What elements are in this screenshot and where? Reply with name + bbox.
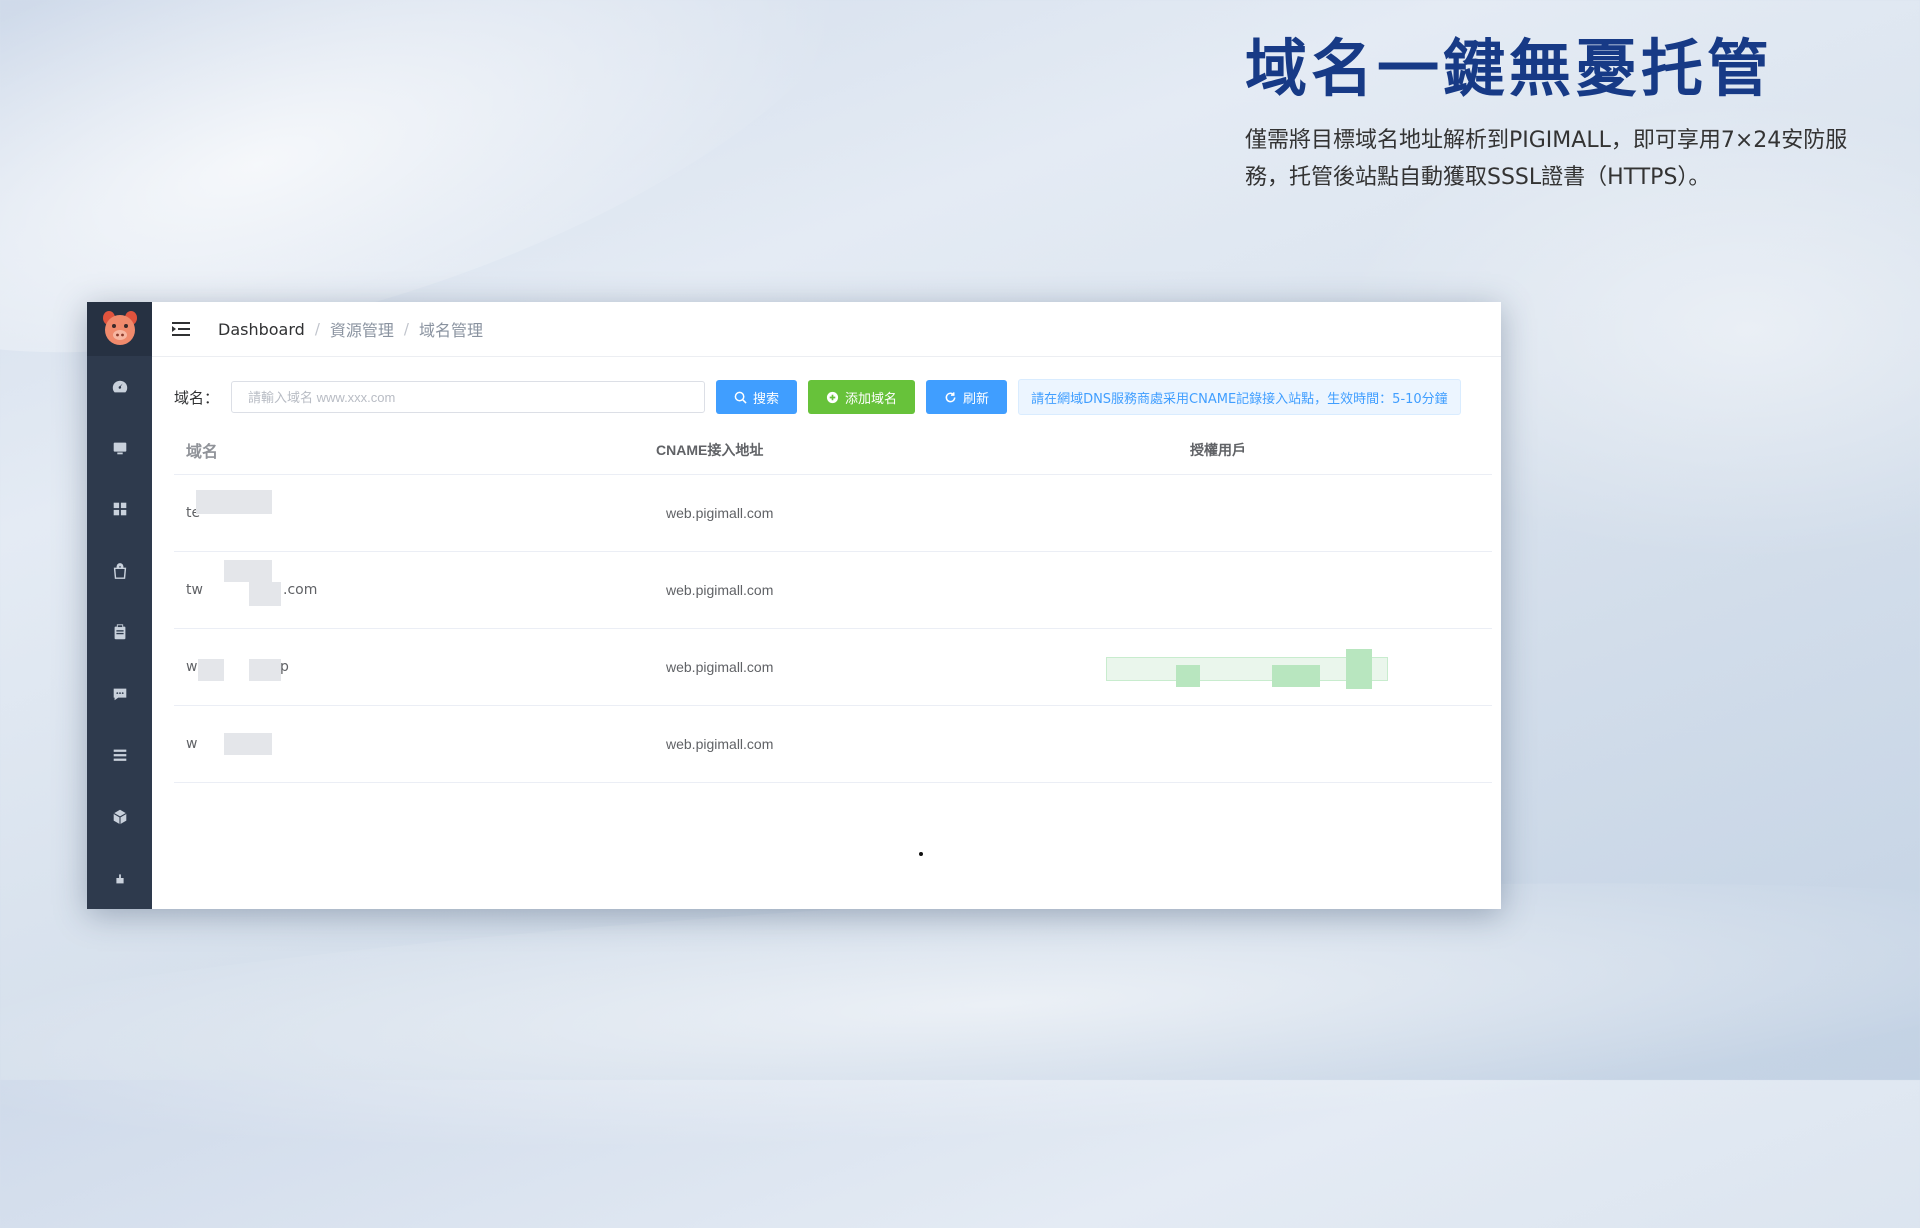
redacted-block (1346, 649, 1372, 689)
grid-icon[interactable] (87, 479, 152, 540)
breadcrumb-separator: / (314, 320, 320, 338)
refresh-button-label: 刷新 (963, 391, 990, 407)
topbar: Dashboard / 資源管理 / 域名管理 (152, 302, 1501, 357)
header-domain: 域名 (186, 442, 219, 461)
search-button[interactable]: 搜索 (716, 380, 798, 414)
authorized-user-cell (1106, 475, 1492, 551)
cname-cell: web.pigimall.com (666, 659, 774, 675)
redacted-block (249, 582, 281, 606)
domain-cell: tw .com (174, 560, 656, 606)
monitor-icon[interactable] (87, 417, 152, 478)
authorized-user-cell (1106, 706, 1492, 782)
redacted-block (1272, 665, 1320, 687)
domain-suffix: p (280, 659, 289, 675)
domain-text: tw (186, 582, 203, 598)
tool-icon[interactable] (87, 848, 152, 909)
refresh-button[interactable]: 刷新 (926, 380, 1008, 414)
cname-cell: web.pigimall.com (666, 582, 774, 598)
domain-search-input[interactable] (231, 381, 706, 413)
chat-icon[interactable] (87, 663, 152, 724)
table-row[interactable]: te web.pigimall.com (174, 475, 1492, 552)
pig-logo-icon[interactable] (87, 302, 152, 356)
redacted-block (224, 560, 272, 582)
cname-cell: web.pigimall.com (666, 736, 774, 752)
domain-filter-label: 域名： (174, 388, 220, 407)
list-icon[interactable] (87, 725, 152, 786)
main-content: Dashboard / 資源管理 / 域名管理 域名： 搜索 添加域名 刷新 請… (152, 302, 1501, 909)
redacted-block (224, 733, 272, 755)
decorative-dot (919, 852, 923, 856)
sidebar (87, 302, 152, 909)
header-cname: CNAME接入地址 (656, 442, 764, 458)
breadcrumb-current: 域名管理 (418, 321, 483, 340)
refresh-icon (945, 391, 956, 402)
breadcrumb-home[interactable]: Dashboard (218, 320, 305, 339)
redacted-block (196, 490, 272, 514)
app-window: Dashboard / 資源管理 / 域名管理 域名： 搜索 添加域名 刷新 請… (87, 302, 1501, 909)
cube-icon[interactable] (87, 786, 152, 847)
cname-cell: web.pigimall.com (666, 505, 774, 521)
breadcrumb-resource[interactable]: 資源管理 (330, 317, 394, 341)
search-icon (734, 391, 747, 404)
cname-notice: 請在網域DNS服務商處采用CNAME記錄接入站點，生效時間：5-10分鐘 (1018, 379, 1461, 415)
redacted-block (1176, 665, 1200, 687)
page-headline: 域名一鍵無憂托管 (1245, 32, 1774, 105)
search-button-label: 搜索 (753, 391, 780, 407)
header-authorized-user: 授權用戶 (1190, 443, 1246, 459)
add-domain-button-label: 添加域名 (845, 391, 898, 407)
domain-cell: w p (174, 659, 656, 681)
table-row[interactable]: tw .com web.pigimall.com (174, 552, 1492, 629)
dashboard-icon[interactable] (87, 356, 152, 417)
menu-toggle-icon[interactable] (170, 318, 192, 340)
domain-cell: te (174, 490, 656, 521)
clipboard-icon[interactable] (87, 602, 152, 663)
table-row[interactable]: w web.pigimall.com (174, 706, 1492, 783)
page-subtext: 僅需將目標域名地址解析到PIGIMALL，即可享用7×24安防服務，托管後站點自… (1245, 128, 1848, 190)
table-header: 域名 CNAME接入地址 授權用戶 (174, 426, 1492, 475)
authorized-user-cell (1106, 552, 1492, 628)
domain-text: w (186, 659, 198, 675)
plus-circle-icon (826, 391, 839, 403)
redacted-block (249, 659, 281, 681)
domain-suffix: .com (283, 582, 318, 598)
domain-text: w (186, 736, 198, 752)
authorized-user-cell (1106, 629, 1492, 705)
domain-cell: w (174, 733, 656, 755)
bag-icon[interactable] (87, 540, 152, 601)
redacted-block (198, 659, 224, 681)
domain-table: 域名 CNAME接入地址 授權用戶 te web.pigimall.com tw… (174, 426, 1492, 783)
filter-bar: 域名： 搜索 添加域名 刷新 請在網域DNS服務商處采用CNAME記錄接入站點，… (174, 379, 1461, 415)
add-domain-button[interactable]: 添加域名 (808, 380, 916, 414)
breadcrumb-separator: / (403, 320, 409, 338)
table-row[interactable]: w p web.pigimall.com (174, 629, 1492, 706)
